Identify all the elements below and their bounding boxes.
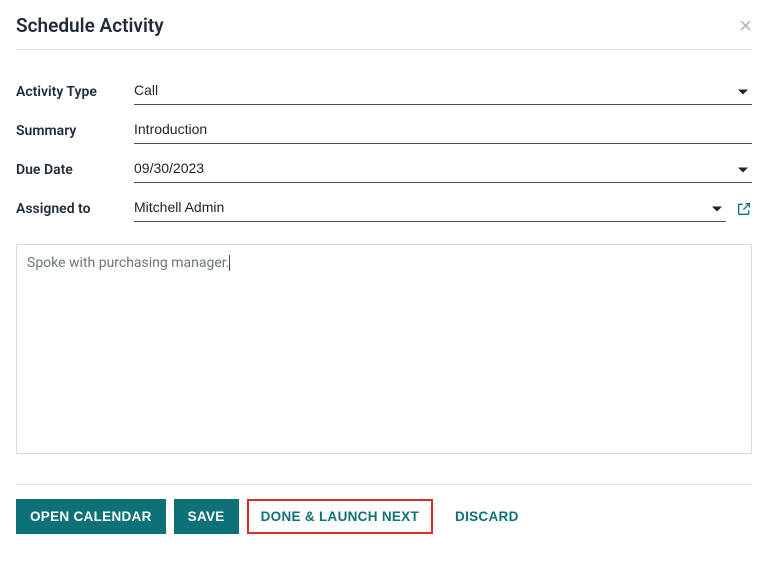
assigned-to-row: Assigned to	[16, 195, 752, 222]
summary-field[interactable]	[134, 117, 752, 144]
activity-type-row: Activity Type	[16, 78, 752, 105]
external-link-icon[interactable]	[736, 201, 752, 217]
notes-textarea[interactable]: Spoke with purchasing manager.	[16, 244, 752, 454]
assigned-to-field[interactable]	[134, 195, 726, 222]
activity-type-label: Activity Type	[16, 84, 134, 100]
summary-input[interactable]	[134, 117, 752, 144]
modal-header: Schedule Activity ×	[16, 0, 752, 50]
due-date-input[interactable]	[134, 156, 752, 183]
summary-row: Summary	[16, 117, 752, 144]
activity-type-field[interactable]	[134, 78, 752, 105]
modal-title: Schedule Activity	[16, 14, 164, 37]
close-icon[interactable]: ×	[739, 15, 752, 37]
notes-text: Spoke with purchasing manager.	[27, 255, 229, 271]
due-date-label: Due Date	[16, 162, 134, 178]
text-cursor	[229, 255, 230, 271]
assigned-to-input[interactable]	[134, 195, 726, 222]
form-body: Activity Type Summary Due Date Assigned …	[16, 50, 752, 454]
save-button[interactable]: SAVE	[174, 499, 239, 534]
open-calendar-button[interactable]: OPEN CALENDAR	[16, 499, 166, 534]
due-date-row: Due Date	[16, 156, 752, 183]
modal-footer: OPEN CALENDAR SAVE DONE & LAUNCH NEXT DI…	[16, 485, 752, 534]
schedule-activity-modal: Schedule Activity × Activity Type Summar…	[0, 0, 768, 534]
due-date-field[interactable]	[134, 156, 752, 183]
summary-label: Summary	[16, 123, 134, 139]
done-launch-next-button[interactable]: DONE & LAUNCH NEXT	[247, 499, 433, 534]
assigned-to-label: Assigned to	[16, 201, 134, 217]
discard-button[interactable]: DISCARD	[441, 499, 533, 534]
activity-type-input[interactable]	[134, 78, 752, 105]
